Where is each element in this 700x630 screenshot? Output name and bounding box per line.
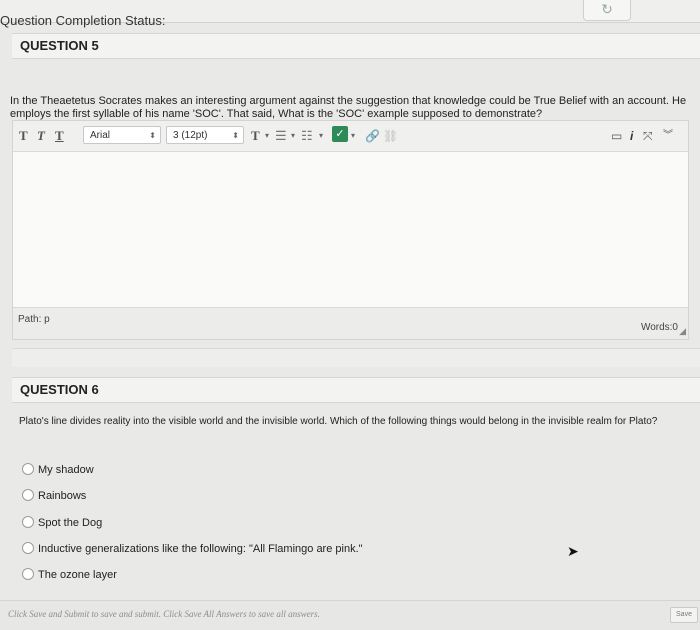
word-count: Words:0 <box>640 322 678 333</box>
numbered-list-icon[interactable]: ☷ <box>301 127 313 145</box>
chevron-down-icon[interactable]: ▾ <box>265 127 269 145</box>
mouse-cursor-icon: ➤ <box>567 543 579 559</box>
page-footer: Click Save and Submit to save and submit… <box>0 600 700 630</box>
italic-button[interactable]: T <box>37 127 45 145</box>
underline-button[interactable]: T <box>55 127 64 145</box>
option-spot-the-dog[interactable]: Spot the Dog <box>22 515 102 531</box>
option-ozone-layer[interactable]: The ozone layer <box>22 567 117 583</box>
question-5-header: QUESTION 5 <box>12 33 700 59</box>
font-family-select[interactable]: Arial ⬍ <box>83 126 161 144</box>
chevron-down-icon[interactable]: ▾ <box>319 127 323 145</box>
radio-button[interactable] <box>22 463 34 476</box>
chevron-down-icon[interactable]: ▾ <box>291 127 295 145</box>
question-6-text: Plato's line divides reality into the vi… <box>19 416 658 427</box>
bullet-list-icon[interactable]: ☰ <box>275 127 287 145</box>
question-5-text: In the Theaetetus Socrates makes an inte… <box>10 95 687 120</box>
save-button[interactable]: Save <box>670 607 698 623</box>
font-size-select[interactable]: 3 (12pt) ⬍ <box>166 126 244 144</box>
page-status-title: Question Completion Status: <box>0 13 166 28</box>
question-6-title: QUESTION 6 <box>20 382 99 397</box>
font-size-value: 3 (12pt) <box>173 130 208 141</box>
text-color-button[interactable]: T <box>251 127 260 145</box>
editor-status-bar: Path: p Words:0 ◢ <box>13 307 688 339</box>
question-6-header: QUESTION 6 <box>12 377 700 403</box>
option-label: Rainbows <box>38 490 87 502</box>
answer-editor: T T T Arial ⬍ 3 (12pt) ⬍ T ▾ ☰ ▾ ☷ ▾ ✓ ▾… <box>12 120 689 340</box>
comment-icon[interactable]: ▭ <box>611 127 622 145</box>
radio-button[interactable] <box>22 489 34 502</box>
spellcheck-icon[interactable]: ✓ <box>332 126 348 142</box>
expand-icon[interactable]: ⤧ <box>643 127 653 145</box>
editor-toolbar: T T T Arial ⬍ 3 (12pt) ⬍ T ▾ ☰ ▾ ☷ ▾ ✓ ▾… <box>13 121 688 152</box>
chevron-down-icon[interactable]: ▾ <box>351 127 355 145</box>
option-label: Inductive generalizations like the follo… <box>38 543 363 555</box>
option-rainbows[interactable]: Rainbows <box>22 488 86 504</box>
radio-button[interactable] <box>22 542 34 555</box>
radio-button[interactable] <box>22 516 34 529</box>
question-5-title: QUESTION 5 <box>20 38 99 53</box>
path-label: Path: p <box>18 314 50 325</box>
chevron-updown-icon: ⬍ <box>232 131 239 140</box>
option-label: Spot the Dog <box>38 517 103 529</box>
chevron-updown-icon: ⬍ <box>149 131 156 140</box>
option-label: The ozone layer <box>38 569 117 581</box>
info-icon[interactable]: i <box>630 127 633 145</box>
footer-instructions: Click Save and Submit to save and submit… <box>8 609 320 619</box>
radio-button[interactable] <box>22 568 34 581</box>
link-icon[interactable]: 🔗 <box>365 127 380 145</box>
reload-icon[interactable]: ↻ <box>583 0 631 21</box>
section-divider <box>12 348 700 367</box>
double-chevron-down-icon[interactable]: ︾ <box>663 127 673 145</box>
option-inductive-generalizations[interactable]: Inductive generalizations like the follo… <box>22 541 363 557</box>
answer-textarea[interactable] <box>13 152 688 307</box>
option-label: My shadow <box>38 464 94 476</box>
bold-button[interactable]: T <box>19 127 28 145</box>
resize-handle-icon[interactable]: ◢ <box>679 326 686 337</box>
option-my-shadow[interactable]: My shadow <box>22 462 94 478</box>
unlink-icon[interactable]: ⛓ <box>383 127 398 145</box>
font-family-value: Arial <box>90 130 111 141</box>
